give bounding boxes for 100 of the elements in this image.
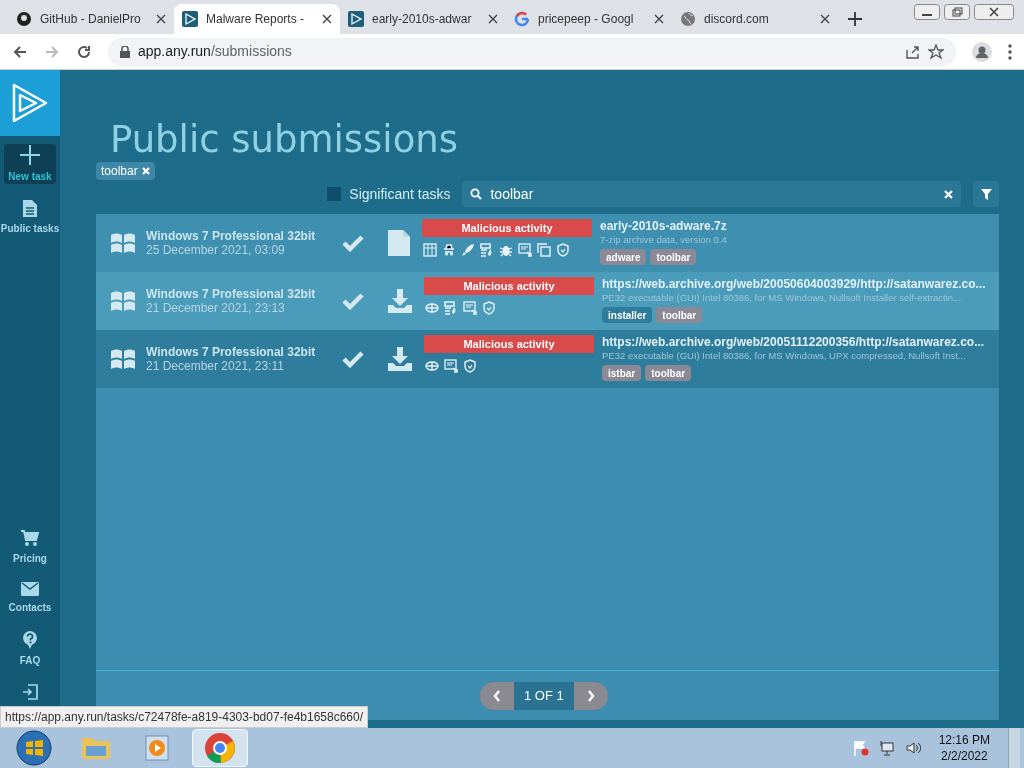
checkbox-label: Significant tasks (349, 184, 451, 204)
globe-icon (425, 301, 439, 315)
script-icon (480, 243, 494, 257)
sidebar-item[interactable]: Public tasks (1, 196, 59, 240)
submission-date: 21 December 2021, 23:13 (146, 301, 286, 315)
google-icon (514, 11, 530, 27)
os-name: Windows 7 Professional 32bit (146, 287, 317, 301)
page-title: Public submissions (110, 118, 459, 162)
play-logo-icon (182, 11, 198, 27)
flag-icon[interactable] (852, 740, 869, 756)
bug-icon (499, 243, 513, 257)
tag[interactable]: toolbar (645, 365, 692, 381)
remove-icon (141, 167, 150, 175)
chrome-icon (202, 730, 238, 766)
screen-icon (463, 301, 477, 315)
new-task-button[interactable]: New task (4, 144, 56, 184)
start-orb-icon (16, 730, 52, 766)
file-description: PE32 executable (GUI) Intel 80386, for MS Windows, Nullsoft Installer self-extractin... (602, 292, 963, 304)
new-tab-icon[interactable] (848, 12, 862, 26)
mail-icon (21, 582, 39, 596)
download-icon (388, 347, 412, 371)
menu-icon[interactable] (1008, 43, 1012, 60)
close-window-icon[interactable] (974, 4, 1014, 20)
login-icon (22, 684, 38, 700)
status-url-tooltip: https://app.any.run/tasks/c72478fe-a819-4303-bd07-fe4b1658c660/ (0, 706, 369, 728)
logo-panel[interactable] (0, 70, 60, 136)
tag[interactable]: toolbar (650, 249, 697, 265)
document-icon (23, 200, 37, 217)
grid-icon (423, 243, 437, 257)
logo-icon (10, 81, 50, 125)
taskbar-button[interactable] (192, 729, 248, 767)
shield-icon (556, 243, 570, 257)
shield-icon (482, 301, 496, 315)
shield-icon (463, 359, 477, 373)
browser-tab[interactable]: early-2010s-adwar (340, 4, 506, 34)
clock-date: 2/2/2022 (940, 748, 988, 764)
filter-icon (981, 188, 992, 200)
file-name[interactable]: https://web.archive.org/web/20050604003929/http://satanwarez.co... (602, 277, 986, 292)
verdict-badge: Malicious activity (422, 219, 592, 237)
search-icon (470, 188, 483, 200)
sidebar-item[interactable]: FAQ (1, 627, 59, 672)
network-icon[interactable] (878, 740, 895, 756)
share-icon[interactable] (906, 44, 920, 59)
browser-tab[interactable]: discord.com (672, 4, 838, 34)
tag[interactable]: toolbar (656, 307, 703, 323)
speaker-icon[interactable] (904, 740, 921, 756)
tag[interactable]: adware (600, 249, 647, 265)
clear-icon[interactable] (944, 189, 954, 199)
os-name: Windows 7 Professional 32bit (146, 345, 317, 359)
close-icon[interactable] (654, 14, 664, 24)
address-bar[interactable]: app.any.run/submissions (108, 37, 956, 66)
search-field[interactable]: toolbar (462, 181, 962, 207)
sidebar-item[interactable]: Pricing (1, 526, 59, 570)
sidebar-item[interactable]: Contacts (1, 578, 59, 619)
checkbox[interactable] (327, 187, 342, 201)
filter-tag[interactable]: toolbar (96, 162, 155, 180)
search-input: toolbar (490, 183, 937, 205)
script-icon (444, 301, 458, 315)
star-icon[interactable] (928, 43, 944, 60)
back-icon[interactable] (12, 43, 28, 60)
checkmark-icon (342, 292, 364, 310)
close-icon[interactable] (322, 14, 332, 24)
url-text: app.any.run/submissions (138, 42, 292, 61)
globe-icon (680, 11, 696, 27)
submission-date: 25 December 2021, 03:09 (146, 243, 286, 257)
close-icon[interactable] (820, 14, 830, 24)
file-description: PE32 executable (GUI) Intel 80386, for MS Windows, UPX compressed, Nullsoft Inst... (602, 350, 967, 362)
tag[interactable]: istbar (602, 365, 642, 381)
lock-icon (120, 45, 130, 58)
chevron-left-icon (493, 689, 501, 702)
screen-icon (518, 243, 532, 257)
restore-icon[interactable] (944, 4, 970, 20)
file-icon (388, 230, 410, 256)
minimize-icon[interactable] (914, 4, 940, 20)
submission-row[interactable] (96, 330, 1000, 388)
tag[interactable]: installer (602, 307, 653, 323)
plus-icon (20, 144, 40, 165)
profile-icon[interactable] (972, 41, 992, 62)
file-description: 7-zip archive data, version 0.4 (600, 234, 728, 246)
hat-icon (442, 243, 456, 257)
chevron-right-icon (586, 689, 595, 702)
submission-row[interactable] (96, 272, 1000, 330)
browser-tab[interactable]: Malware Reports - (174, 4, 340, 34)
previous-page-button[interactable] (480, 681, 514, 710)
cart-icon (21, 530, 39, 547)
browser-tab[interactable]: pricepeep - Googl (506, 4, 672, 34)
close-icon[interactable] (156, 14, 166, 24)
download-icon (388, 289, 412, 313)
close-icon[interactable] (488, 14, 498, 24)
browser-tab[interactable]: GitHub - DanielPro (8, 4, 174, 34)
windows-stack-icon (537, 243, 551, 257)
next-page-button[interactable] (573, 681, 608, 710)
os-name: Windows 7 Professional 32bit (146, 229, 317, 243)
file-name[interactable]: https://web.archive.org/web/20051112200356/http://satanwarez.co... (602, 335, 986, 350)
help-icon (22, 631, 38, 649)
file-name[interactable]: early-2010s-adware.7z (600, 219, 986, 234)
play-logo-icon (348, 11, 364, 27)
globe-icon (425, 359, 439, 373)
reload-icon[interactable] (76, 43, 92, 60)
filter-button[interactable] (973, 181, 1000, 207)
